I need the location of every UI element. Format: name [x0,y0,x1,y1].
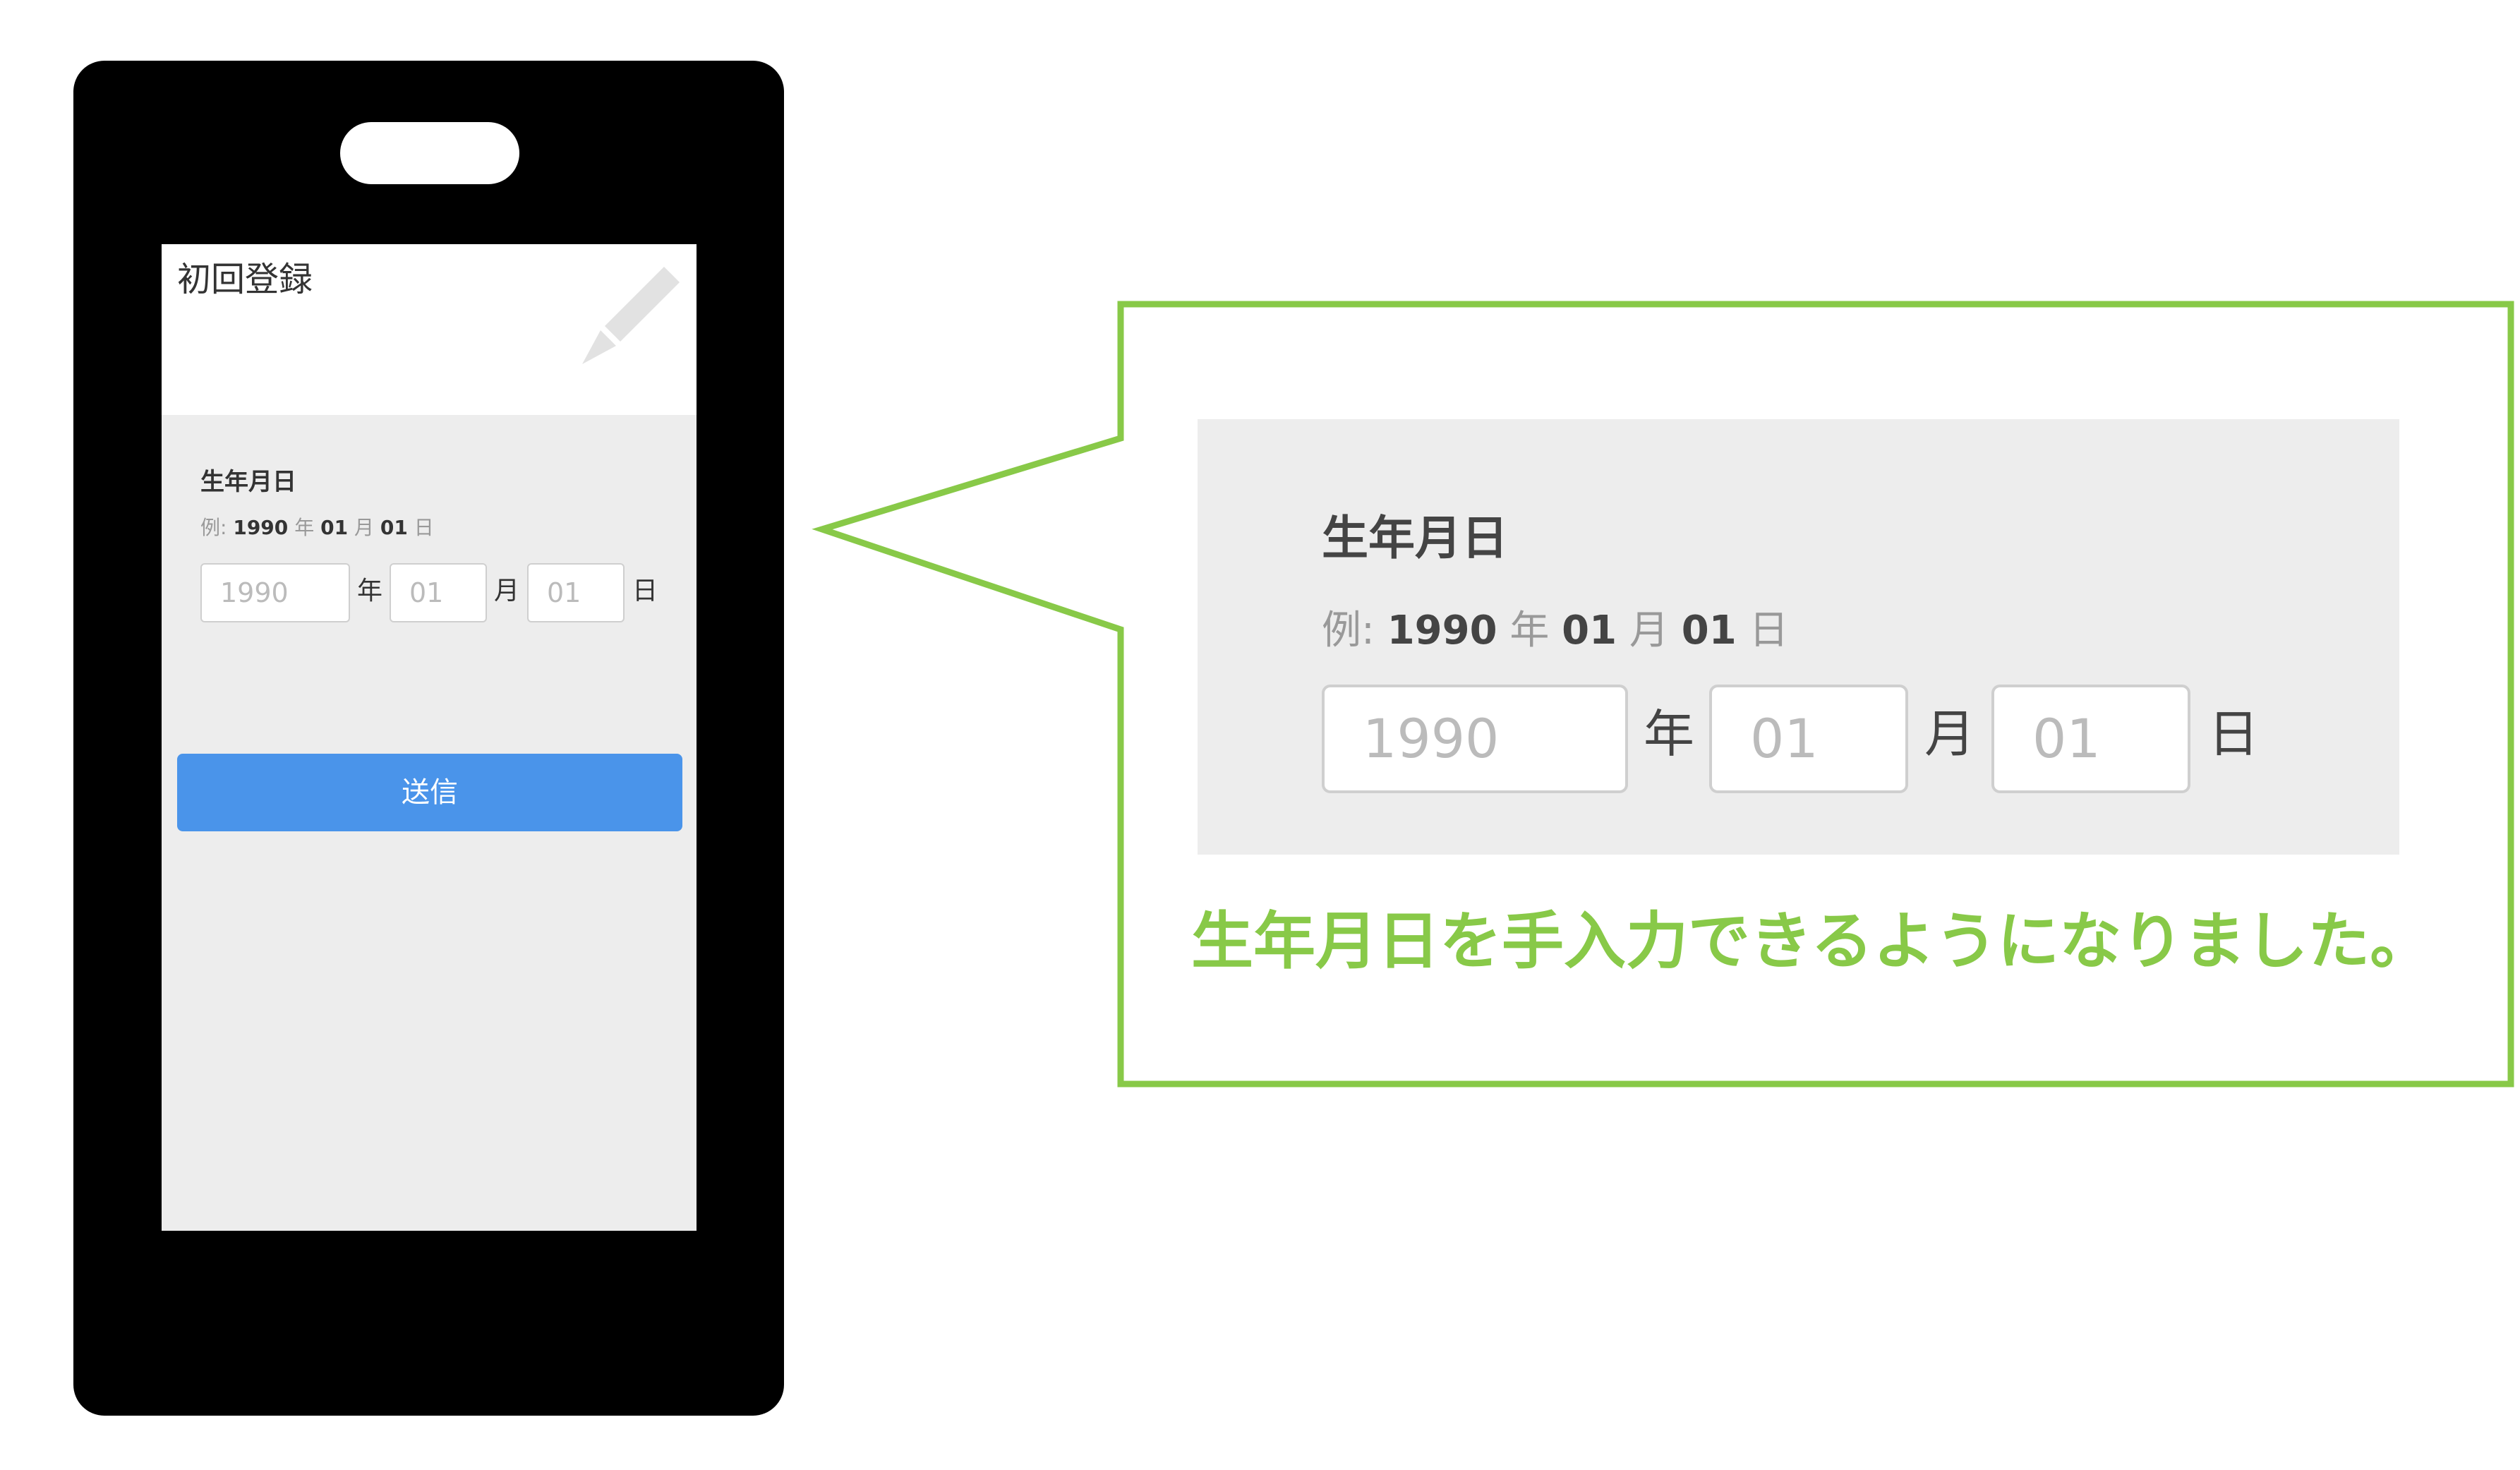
zoomed-birthday-panel: 生年月日 例: 1990 年 01 月 01 日 1990 年 01 月 01 … [1198,419,2399,855]
zoom-example-month-unit: 月 [1629,608,1669,653]
zoom-example-day: 01 [1681,608,1737,653]
zoom-day-unit-label: 日 [2208,704,2260,764]
zoom-birthday-example: 例: 1990 年 01 月 01 日 [1322,611,1788,651]
zoom-example-day-unit: 日 [1749,608,1789,653]
zoom-example-year-unit: 年 [1509,608,1550,653]
zoom-day-input[interactable]: 01 [1991,685,2190,793]
zoom-year-input[interactable]: 1990 [1322,685,1628,793]
zoom-year-unit-label: 年 [1644,704,1695,764]
zoom-example-year: 1990 [1387,608,1497,653]
zoom-example-month: 01 [1562,608,1617,653]
zoom-example-prefix: 例: [1322,608,1375,653]
zoom-birthday-label: 生年月日 [1322,511,1508,565]
zoom-month-input[interactable]: 01 [1709,685,1908,793]
zoom-month-unit-label: 月 [1924,704,1976,764]
callout-caption: 生年月日を手入力できるようになりました。 [1191,905,2432,977]
